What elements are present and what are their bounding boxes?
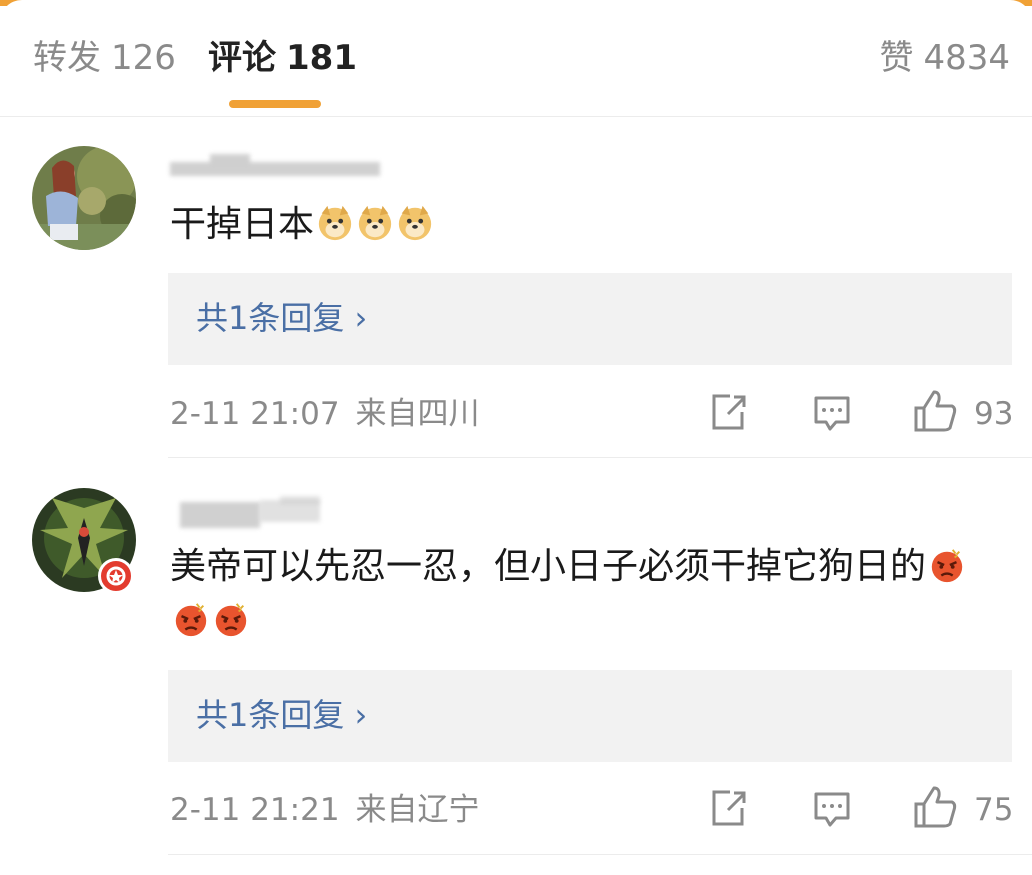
doge-emoji — [318, 205, 352, 241]
tab-comment-label: 评论 — [208, 38, 276, 78]
reply-summary[interactable]: 共1条回复 › — [168, 273, 1012, 365]
reply-summary-label: 共1条回复 › — [196, 299, 368, 337]
comment-body: 干掉日本 — [170, 204, 315, 245]
like-count: 75 — [974, 792, 1014, 828]
tab-repost-count: 126 — [111, 38, 176, 78]
reply-summary-label: 共1条回复 › — [196, 696, 368, 734]
active-tab-indicator — [229, 100, 321, 108]
angry-emoji — [931, 549, 963, 583]
comment-meta: 2-11 21:21 来自辽宁 — [170, 788, 480, 832]
comment-body: 美帝可以先忍一忍，但小日子必须干掉它狗日的 — [170, 546, 927, 587]
comment-icon[interactable] — [812, 394, 852, 434]
comment-text: 美帝可以先忍一忍，但小日子必须干掉它狗日的 — [170, 540, 1000, 648]
verified-badge-icon — [98, 558, 134, 594]
comment-icon[interactable] — [812, 790, 852, 830]
tab-like-count: 4834 — [923, 38, 1010, 78]
username-obscured[interactable] — [170, 494, 400, 528]
angry-emoji — [175, 603, 207, 637]
like-icon[interactable] — [912, 784, 958, 830]
reply-summary[interactable]: 共1条回复 › — [168, 670, 1012, 762]
doge-emoji — [358, 205, 392, 241]
tab-comment[interactable]: 评论 181 — [208, 36, 357, 80]
comment-item: 美帝可以先忍一忍，但小日子必须干掉它狗日的 共1条回复 › 2-11 21:21… — [0, 458, 1032, 875]
comment-location: 来自四川 — [355, 396, 480, 432]
like-icon[interactable] — [912, 388, 958, 434]
doge-emoji — [398, 205, 432, 241]
username-obscured[interactable] — [170, 152, 400, 182]
comment-time: 2-11 21:21 — [170, 792, 340, 828]
share-icon[interactable] — [708, 788, 748, 828]
comment-text: 干掉日本 — [170, 198, 1000, 252]
comment-meta: 2-11 21:07 来自四川 — [170, 392, 480, 436]
comment-time: 2-11 21:07 — [170, 396, 340, 432]
avatar[interactable] — [32, 146, 136, 250]
tab-comment-count: 181 — [286, 38, 357, 78]
tab-repost-label: 转发 — [33, 38, 101, 78]
angry-emoji — [215, 603, 247, 637]
like-count: 93 — [974, 396, 1014, 432]
tab-repost[interactable]: 转发 126 — [33, 36, 176, 80]
share-icon[interactable] — [708, 392, 748, 432]
tab-like-label: 赞 — [879, 38, 914, 78]
comment-divider — [168, 854, 1032, 855]
comment-location: 来自辽宁 — [355, 792, 480, 828]
tab-bar: 转发 126 评论 181 赞 4834 — [0, 0, 1032, 117]
comment-item: 干掉日本 共1条回复 › 2-11 21:07 来自四川 93 — [0, 116, 1032, 458]
tab-like[interactable]: 赞 4834 — [879, 36, 1010, 80]
